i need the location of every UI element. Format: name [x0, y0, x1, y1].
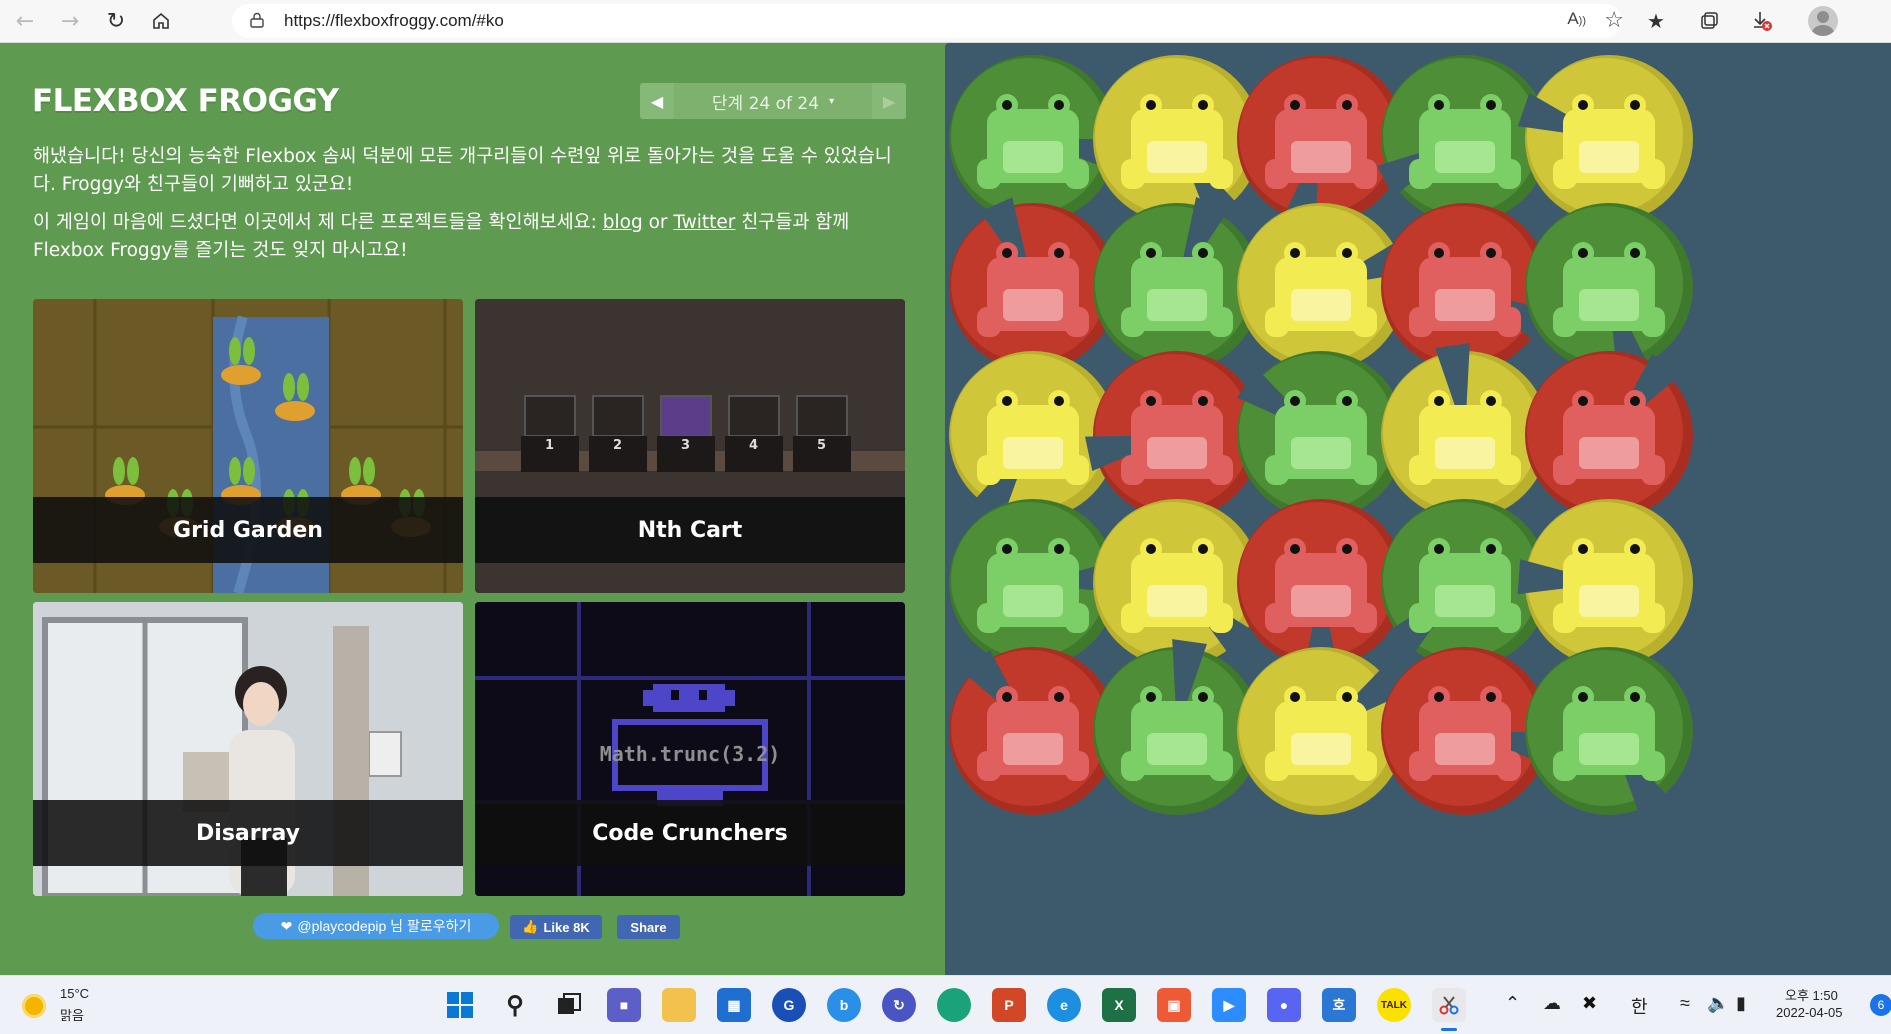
store-icon[interactable]: ▦ — [717, 988, 751, 1022]
battery-icon[interactable]: ▮ — [1736, 993, 1746, 1014]
close-circle-icon[interactable]: ✖ — [1582, 993, 1597, 1014]
edge-icon[interactable]: e — [1047, 988, 1081, 1022]
browser-toolbar: ← → ↻ https://flexboxfroggy.com/#ko A)) … — [0, 0, 1891, 43]
cart-number: 1 — [545, 438, 555, 453]
wifi-icon[interactable]: ≈ — [1680, 993, 1690, 1014]
code-crunchers-card[interactable]: Math.trunc(3.2) Code Crunchers — [475, 602, 905, 896]
discord-icon[interactable]: ● — [1267, 988, 1301, 1022]
task-view-icon[interactable] — [552, 988, 586, 1022]
zoom-icon[interactable]: ▶ — [1212, 988, 1246, 1022]
pinyin-icon[interactable]: 호 — [1322, 988, 1356, 1022]
previous-level-button[interactable]: ◀ — [640, 83, 674, 119]
next-level-button[interactable]: ▶ — [872, 83, 906, 119]
disarray-card[interactable]: Disarray — [33, 602, 463, 896]
level-indicator[interactable]: 단계 24 of 24 ▾ — [674, 83, 872, 119]
lily-pads-and-frogs — [949, 55, 1693, 818]
facebook-like-button[interactable]: 👍 Like 8K — [510, 915, 602, 939]
thumbs-up-icon: 👍 — [522, 919, 539, 934]
weather-temperature[interactable]: 15°C — [60, 986, 89, 1001]
reload-icon[interactable]: ↻ — [101, 6, 131, 36]
favorites-icon[interactable]: ★ — [1641, 6, 1671, 36]
teams-icon[interactable]: ■ — [607, 988, 641, 1022]
cart-number: 3 — [681, 438, 691, 453]
twitter-link[interactable]: Twitter — [673, 212, 735, 233]
code-crunchers-label: Code Crunchers — [475, 800, 905, 866]
profile-avatar[interactable] — [1808, 6, 1838, 36]
nth-cart-card[interactable]: 1 2 3 4 5 Nth Cart — [475, 299, 905, 593]
app-g-icon[interactable]: G — [772, 988, 806, 1022]
congrats-text: 해냈습니다! 당신의 능숙한 Flexbox 솜씨 덕분에 모든 개구리들이 수… — [33, 146, 892, 195]
start-icon[interactable] — [443, 988, 477, 1022]
lock-icon — [250, 12, 264, 28]
app-red-icon[interactable]: ▣ — [1157, 988, 1191, 1022]
downloads-icon[interactable] — [1747, 6, 1777, 36]
file-explorer-icon[interactable] — [662, 988, 696, 1022]
blog-link[interactable]: blog — [603, 212, 643, 233]
ime-indicator[interactable]: 한 — [1631, 993, 1648, 1019]
disarray-label: Disarray — [33, 800, 463, 866]
sun-icon[interactable] — [22, 994, 46, 1018]
nth-cart-label: Nth Cart — [475, 497, 905, 563]
bing-icon[interactable]: b — [827, 988, 861, 1022]
powerpoint-icon[interactable]: P — [992, 988, 1026, 1022]
weather-description[interactable]: 맑음 — [60, 1005, 84, 1024]
notification-badge[interactable]: 6 — [1870, 994, 1891, 1016]
code-expression: Math.trunc(3.2) — [599, 742, 781, 766]
instructions-panel: FLEXBOX FROGGY ◀ 단계 24 of 24 ▾ ▶ 해냈습니다! … — [0, 43, 945, 975]
speaker-icon[interactable]: 🔈 — [1707, 993, 1729, 1014]
chevron-up-icon[interactable]: ⌃ — [1505, 993, 1520, 1014]
clock-date[interactable]: 2022-04-05 — [1776, 1005, 1843, 1020]
twitter-follow-button[interactable]: ❤ @playcodepip 님 팔로우하기 — [253, 913, 499, 939]
edge-dev-icon[interactable] — [937, 988, 971, 1022]
cart-number: 4 — [749, 438, 759, 453]
clock-time[interactable]: 오후 1:50 — [1785, 985, 1838, 1004]
grid-garden-label: Grid Garden — [33, 497, 463, 563]
pond-board — [945, 43, 1891, 975]
level-text: 단계 24 of 24 — [711, 93, 820, 114]
grid-garden-card[interactable]: Grid Garden — [33, 299, 463, 593]
search-icon[interactable]: ⚲ — [498, 988, 532, 1022]
remote-icon[interactable]: ↻ — [882, 988, 916, 1022]
add-favorite-icon[interactable]: ☆ — [1604, 8, 1624, 33]
address-bar[interactable]: https://flexboxfroggy.com/#ko A)) ☆ — [232, 4, 1624, 38]
excel-icon[interactable]: X — [1102, 988, 1136, 1022]
cart-number: 5 — [817, 438, 827, 453]
back-icon[interactable]: ← — [10, 6, 40, 36]
url-text[interactable]: https://flexboxfroggy.com/#ko — [284, 11, 504, 31]
cart-numbers: 1 2 3 4 5 — [475, 438, 905, 458]
read-aloud-icon[interactable]: A)) — [1567, 9, 1586, 29]
windows-taskbar: 15°C 맑음 ⚲ ■ ▦ G b ↻ P e X ▣ ▶ ● 호 TALK ⌃… — [0, 975, 1891, 1034]
collections-icon[interactable] — [1694, 6, 1724, 36]
kakaotalk-icon[interactable]: TALK — [1377, 988, 1411, 1022]
snipping-tool-icon[interactable] — [1432, 988, 1466, 1022]
forward-icon[interactable]: → — [55, 6, 85, 36]
chevron-down-icon: ▾ — [829, 95, 835, 107]
projects-text: 이 게임이 마음에 드셨다면 이곳에서 제 다른 프로젝트들을 확인해보세요: … — [33, 212, 850, 261]
level-navigation: ◀ 단계 24 of 24 ▾ ▶ — [640, 83, 906, 119]
twitter-bird-icon: ❤ — [280, 917, 293, 934]
logo: FLEXBOX FROGGY — [32, 83, 339, 119]
facebook-share-button[interactable]: Share — [617, 915, 680, 939]
active-app-indicator — [1441, 1028, 1457, 1031]
cart-number: 2 — [613, 438, 623, 453]
onedrive-icon[interactable]: ☁ — [1543, 993, 1561, 1014]
home-icon[interactable] — [146, 6, 176, 36]
